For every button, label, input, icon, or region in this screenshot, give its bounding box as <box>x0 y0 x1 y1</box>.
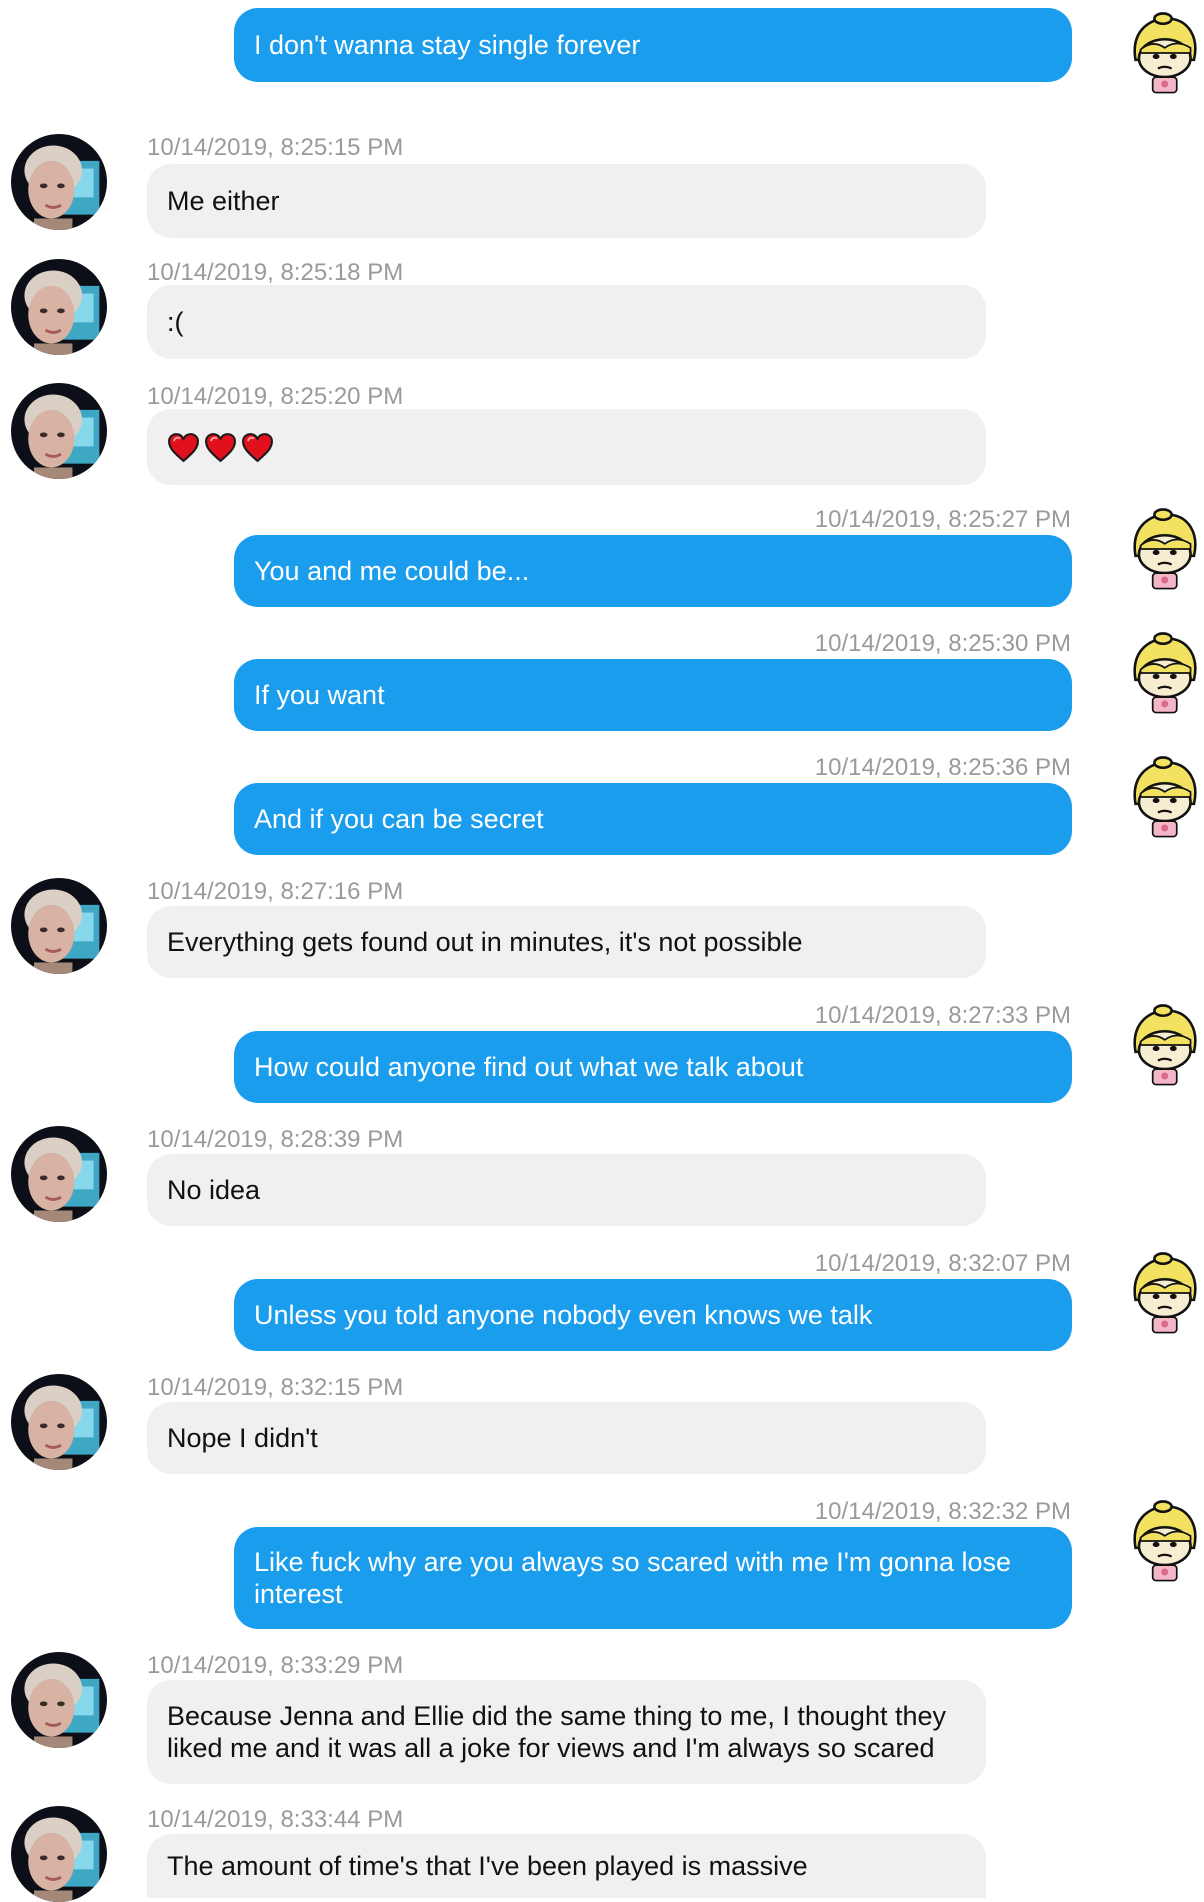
contact-avatar-icon[interactable] <box>11 259 107 355</box>
sender-avatar-icon[interactable] <box>1120 1250 1204 1336</box>
message-timestamp: 10/14/2019, 8:25:27 PM <box>814 506 1071 533</box>
message-bubble[interactable]: Because Jenna and Ellie did the same thi… <box>147 1680 986 1784</box>
message-timestamp: 10/14/2019, 8:32:32 PM <box>814 1498 1071 1525</box>
message-timestamp: 10/14/2019, 8:32:15 PM <box>147 1374 404 1401</box>
message-bubble[interactable]: The amount of time's that I've been play… <box>147 1834 986 1898</box>
red-heart-icon <box>241 432 274 463</box>
message-bubble[interactable]: Me either <box>147 164 986 238</box>
contact-avatar-icon[interactable] <box>11 383 107 479</box>
message-text: Unless you told anyone nobody even knows… <box>254 1300 873 1330</box>
message-bubble[interactable] <box>147 409 986 485</box>
sender-avatar-icon[interactable] <box>1120 630 1204 716</box>
message-timestamp: 10/14/2019, 8:33:29 PM <box>147 1652 404 1679</box>
message-text: You and me could be... <box>254 556 530 586</box>
message-text: Nope I didn't <box>167 1423 318 1453</box>
message-bubble[interactable]: Nope I didn't <box>147 1402 986 1474</box>
red-heart-icon <box>204 432 237 463</box>
message-bubble[interactable]: :( <box>147 285 986 359</box>
message-text: Because Jenna and Ellie did the same thi… <box>167 1701 947 1763</box>
message-text: If you want <box>254 680 385 710</box>
sender-avatar-icon[interactable] <box>1120 1498 1204 1584</box>
sender-avatar-icon[interactable] <box>1120 754 1204 840</box>
sender-avatar-icon[interactable] <box>1120 506 1204 592</box>
message-bubble[interactable]: Unless you told anyone nobody even knows… <box>234 1279 1072 1351</box>
message-text: Everything gets found out in minutes, it… <box>167 927 803 957</box>
message-text: How could anyone find out what we talk a… <box>254 1052 804 1082</box>
message-timestamp: 10/14/2019, 8:25:20 PM <box>147 383 404 410</box>
message-text: And if you can be secret <box>254 804 544 834</box>
message-text: Me either <box>167 186 280 216</box>
message-text: I don't wanna stay single forever <box>254 30 641 60</box>
message-timestamp: 10/14/2019, 8:25:18 PM <box>147 259 404 286</box>
message-text: :( <box>167 307 184 337</box>
emoji-row <box>167 432 274 463</box>
contact-avatar-icon[interactable] <box>11 134 107 230</box>
message-timestamp: 10/14/2019, 8:28:39 PM <box>147 1126 404 1153</box>
message-timestamp: 10/14/2019, 8:33:44 PM <box>147 1806 404 1833</box>
message-timestamp: 10/14/2019, 8:27:33 PM <box>814 1002 1071 1029</box>
sender-avatar-icon[interactable] <box>1120 1002 1204 1088</box>
message-timestamp: 10/14/2019, 8:32:07 PM <box>814 1250 1071 1277</box>
message-bubble[interactable]: How could anyone find out what we talk a… <box>234 1031 1072 1103</box>
message-bubble[interactable]: You and me could be... <box>234 535 1072 607</box>
contact-avatar-icon[interactable] <box>11 1806 107 1902</box>
message-bubble[interactable]: I don't wanna stay single forever <box>234 8 1072 82</box>
message-timestamp: 10/14/2019, 8:25:30 PM <box>814 630 1071 657</box>
message-text: Like fuck why are you always so scared w… <box>254 1547 1012 1609</box>
message-text: The amount of time's that I've been play… <box>167 1851 808 1881</box>
red-heart-icon <box>167 432 200 463</box>
contact-avatar-icon[interactable] <box>11 1126 107 1222</box>
message-bubble[interactable]: And if you can be secret <box>234 783 1072 855</box>
message-bubble[interactable]: Everything gets found out in minutes, it… <box>147 906 986 978</box>
message-timestamp: 10/14/2019, 8:25:15 PM <box>147 134 404 161</box>
message-timestamp: 10/14/2019, 8:25:36 PM <box>814 754 1071 781</box>
sender-avatar-icon[interactable] <box>1120 10 1204 96</box>
message-text: No idea <box>167 1175 261 1205</box>
contact-avatar-icon[interactable] <box>11 878 107 974</box>
message-bubble[interactable]: Like fuck why are you always so scared w… <box>234 1527 1072 1629</box>
message-timestamp: 10/14/2019, 8:27:16 PM <box>147 878 404 905</box>
message-bubble[interactable]: If you want <box>234 659 1072 731</box>
contact-avatar-icon[interactable] <box>11 1374 107 1470</box>
contact-avatar-icon[interactable] <box>11 1652 107 1748</box>
message-bubble[interactable]: No idea <box>147 1154 986 1226</box>
